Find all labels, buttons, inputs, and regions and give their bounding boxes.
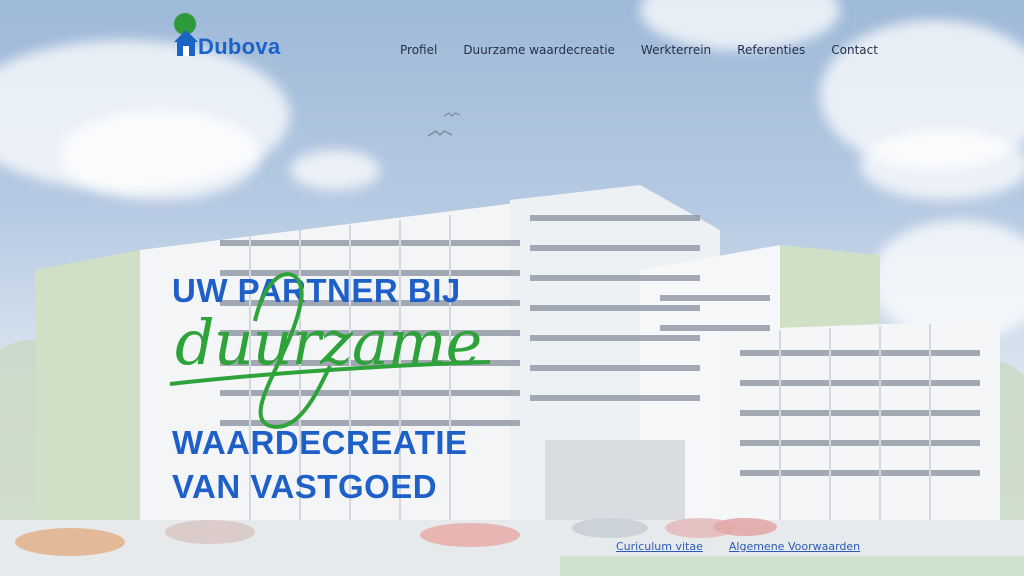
main-navigation: Profiel Duurzame waardecreatie Werkterre…: [400, 43, 904, 57]
nav-item-werkterrein[interactable]: Werkterrein: [641, 43, 711, 57]
nav-item-duurzame-waardecreatie[interactable]: Duurzame waardecreatie: [463, 43, 615, 57]
nav-item-referenties[interactable]: Referenties: [737, 43, 805, 57]
footer-links: Curiculum vitae Algemene Voorwaarden: [616, 540, 886, 553]
link-curriculum-vitae[interactable]: Curiculum vitae: [616, 540, 703, 553]
script-swash-decoration: [169, 272, 491, 429]
nav-item-contact[interactable]: Contact: [831, 43, 878, 57]
dubova-logo[interactable]: Dubova: [172, 12, 302, 62]
link-algemene-voorwaarden[interactable]: Algemene Voorwaarden: [729, 540, 860, 553]
site-header: Dubova Profiel Duurzame waardecreatie We…: [0, 0, 1024, 90]
nav-item-profiel[interactable]: Profiel: [400, 43, 437, 57]
logo-wordmark: Dubova: [198, 34, 281, 59]
hero-line-2: WAARDECREATIE: [172, 424, 468, 461]
hero-line-3: VAN VASTGOED: [172, 468, 438, 505]
